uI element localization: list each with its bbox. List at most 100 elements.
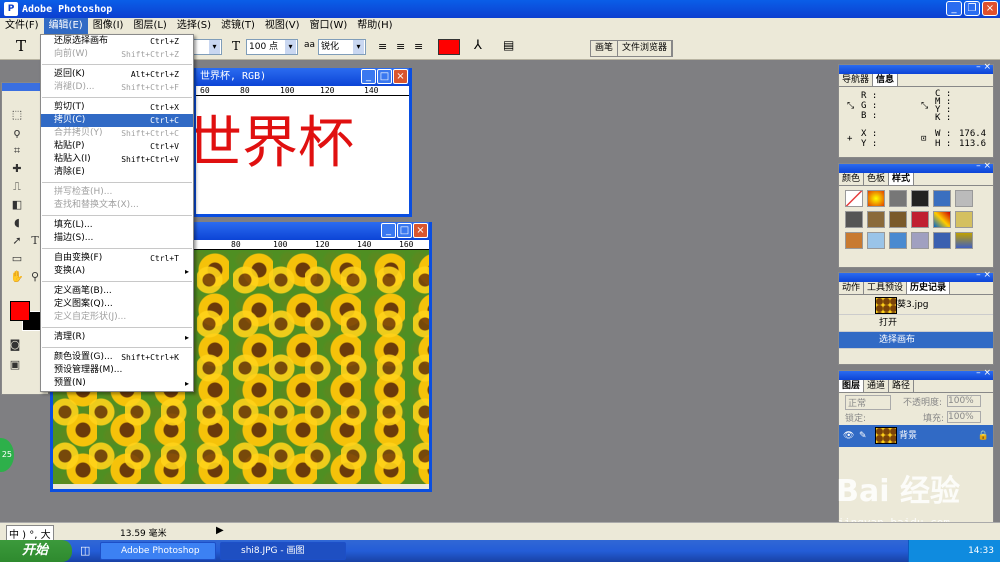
- tab-actions[interactable]: 动作: [839, 282, 865, 294]
- edit-menu-item[interactable]: 剪切(T) Ctrl+X: [41, 101, 193, 114]
- style-swatch[interactable]: [867, 190, 885, 207]
- tab-styles[interactable]: 样式: [889, 173, 915, 185]
- history-snapshot[interactable]: 向日葵3.jpg: [839, 295, 993, 315]
- menu-file[interactable]: 文件(F): [0, 18, 44, 34]
- start-button[interactable]: 开始: [0, 540, 72, 562]
- style-swatch[interactable]: [845, 211, 863, 228]
- edit-menu-item[interactable]: 自由变换(F) Ctrl+T: [41, 252, 193, 265]
- menu-view[interactable]: 视图(V): [260, 18, 305, 34]
- antialias-select[interactable]: 锐化: [318, 39, 366, 55]
- task-paint[interactable]: shi8.JPG - 画图: [220, 542, 346, 560]
- tab-paths[interactable]: 路径: [889, 380, 915, 392]
- style-swatch[interactable]: [911, 232, 929, 249]
- align-right-icon[interactable]: ≡: [414, 40, 423, 53]
- doc1-maximize-button[interactable]: □: [377, 69, 392, 84]
- edit-menu-item[interactable]: 定义自定形状(J)...: [41, 311, 193, 324]
- stamp-tool-icon[interactable]: ⎍: [8, 179, 26, 195]
- history-step[interactable]: 打开: [839, 315, 993, 332]
- blend-mode-select[interactable]: 正常: [845, 395, 891, 410]
- style-swatch[interactable]: [933, 232, 951, 249]
- status-arrow-icon[interactable]: ▶: [216, 525, 224, 536]
- tab-channels[interactable]: 通道: [864, 380, 890, 392]
- edit-menu-item[interactable]: 返回(K) Alt+Ctrl+Z: [41, 68, 193, 81]
- tab-tool-presets[interactable]: 工具预设: [864, 282, 908, 294]
- restore-button[interactable]: ❐: [964, 1, 980, 16]
- task-photoshop[interactable]: Adobe Photoshop: [100, 542, 216, 560]
- menu-image[interactable]: 图像(I): [88, 18, 129, 34]
- tab-navigator[interactable]: 导航器: [839, 74, 874, 86]
- style-swatch[interactable]: [911, 211, 929, 228]
- menu-filter[interactable]: 滤镜(T): [216, 18, 260, 34]
- minimize-button[interactable]: _: [946, 1, 962, 16]
- blur-tool-icon[interactable]: ◖: [8, 215, 26, 231]
- edit-menu-item[interactable]: 还原选择画布 Ctrl+Z: [41, 35, 193, 48]
- opacity-input[interactable]: 100%: [947, 395, 981, 407]
- style-swatch[interactable]: [845, 232, 863, 249]
- edit-menu-item[interactable]: 变换(A) ▸: [41, 265, 193, 278]
- eye-icon[interactable]: 👁: [843, 425, 854, 447]
- edit-menu-item[interactable]: 预置(N) ▸: [41, 377, 193, 390]
- healing-tool-icon[interactable]: ✚: [8, 161, 26, 177]
- lasso-tool-icon[interactable]: ϙ: [8, 125, 26, 141]
- green-badge[interactable]: 25: [0, 438, 14, 472]
- crop-tool-icon[interactable]: ⌗: [8, 143, 26, 159]
- font-size-select[interactable]: 100 点: [246, 39, 298, 55]
- style-swatch[interactable]: [933, 211, 951, 228]
- palette-grip[interactable]: [839, 270, 993, 282]
- quick-mask-icon[interactable]: ◙: [6, 337, 24, 353]
- edit-menu-item[interactable]: 查找和替换文本(X)...: [41, 199, 193, 212]
- tab-info[interactable]: 信息: [873, 74, 899, 86]
- menu-window[interactable]: 窗口(W): [305, 18, 353, 34]
- style-swatch[interactable]: [955, 190, 973, 207]
- style-swatch[interactable]: [911, 190, 929, 207]
- style-swatch[interactable]: [889, 232, 907, 249]
- doc2-maximize-button[interactable]: □: [397, 223, 412, 238]
- palettes-icon[interactable]: ▤: [503, 38, 514, 52]
- close-button[interactable]: ×: [982, 1, 998, 16]
- tab-color[interactable]: 颜色: [839, 173, 865, 185]
- eraser-tool-icon[interactable]: ◧: [8, 197, 26, 213]
- doc2-close-button[interactable]: ×: [413, 223, 428, 238]
- text-color-swatch[interactable]: [438, 39, 460, 55]
- edit-menu-item[interactable]: 填充(L)...: [41, 219, 193, 232]
- layer-row[interactable]: 👁 ✎ 背景 🔒: [839, 425, 993, 447]
- style-swatch[interactable]: [867, 232, 885, 249]
- doc2-minimize-button[interactable]: _: [381, 223, 396, 238]
- edit-menu-item[interactable]: 清理(R) ▸: [41, 331, 193, 344]
- menu-layer[interactable]: 图层(L): [128, 18, 171, 34]
- menu-select[interactable]: 选择(S): [172, 18, 216, 34]
- menu-help[interactable]: 帮助(H): [352, 18, 397, 34]
- edit-menu-item[interactable]: 描边(S)...: [41, 232, 193, 245]
- align-left-icon[interactable]: ≡: [378, 40, 387, 53]
- edit-menu-item[interactable]: 向前(W) Shift+Ctrl+Z: [41, 48, 193, 61]
- style-swatch[interactable]: [889, 211, 907, 228]
- edit-menu-item[interactable]: 消褪(D)... Shift+Ctrl+F: [41, 81, 193, 94]
- palette-grip[interactable]: [839, 368, 993, 380]
- tab-file-browser[interactable]: 文件浏览器: [618, 41, 673, 56]
- palette-grip[interactable]: [839, 161, 993, 173]
- edit-menu-item[interactable]: 合并拷贝(Y) Shift+Ctrl+C: [41, 127, 193, 140]
- edit-menu-item[interactable]: 颜色设置(G)... Shift+Ctrl+K: [41, 351, 193, 364]
- doc1-close-button[interactable]: ×: [393, 69, 408, 84]
- tab-layers[interactable]: 图层: [839, 380, 865, 392]
- doc1-canvas[interactable]: 世界杯: [196, 96, 409, 214]
- edit-menu-item[interactable]: 拷贝(C) Ctrl+C: [41, 114, 193, 127]
- style-swatch[interactable]: [933, 190, 951, 207]
- edit-menu-item[interactable]: 定义画笔(B)...: [41, 285, 193, 298]
- tab-history[interactable]: 历史记录: [907, 282, 951, 294]
- fill-input[interactable]: 100%: [947, 411, 981, 423]
- edit-menu-item[interactable]: 预设管理器(M)...: [41, 364, 193, 377]
- notes-tool-icon[interactable]: ▭: [8, 251, 26, 267]
- hand-tool-icon[interactable]: ✋: [8, 269, 26, 285]
- marquee-tool-icon[interactable]: ⬚: [8, 107, 26, 123]
- history-step[interactable]: 选择画布: [839, 332, 993, 349]
- style-swatch[interactable]: [955, 232, 973, 249]
- edit-menu-item[interactable]: 拼写检查(H)...: [41, 186, 193, 199]
- doc1-minimize-button[interactable]: _: [361, 69, 376, 84]
- style-swatch[interactable]: [889, 190, 907, 207]
- style-swatch[interactable]: [867, 211, 885, 228]
- edit-menu-item[interactable]: 粘贴(P) Ctrl+V: [41, 140, 193, 153]
- text-tool-icon[interactable]: T: [16, 37, 26, 55]
- edit-menu-item[interactable]: 定义图案(Q)...: [41, 298, 193, 311]
- tab-brushes[interactable]: 画笔: [591, 41, 619, 56]
